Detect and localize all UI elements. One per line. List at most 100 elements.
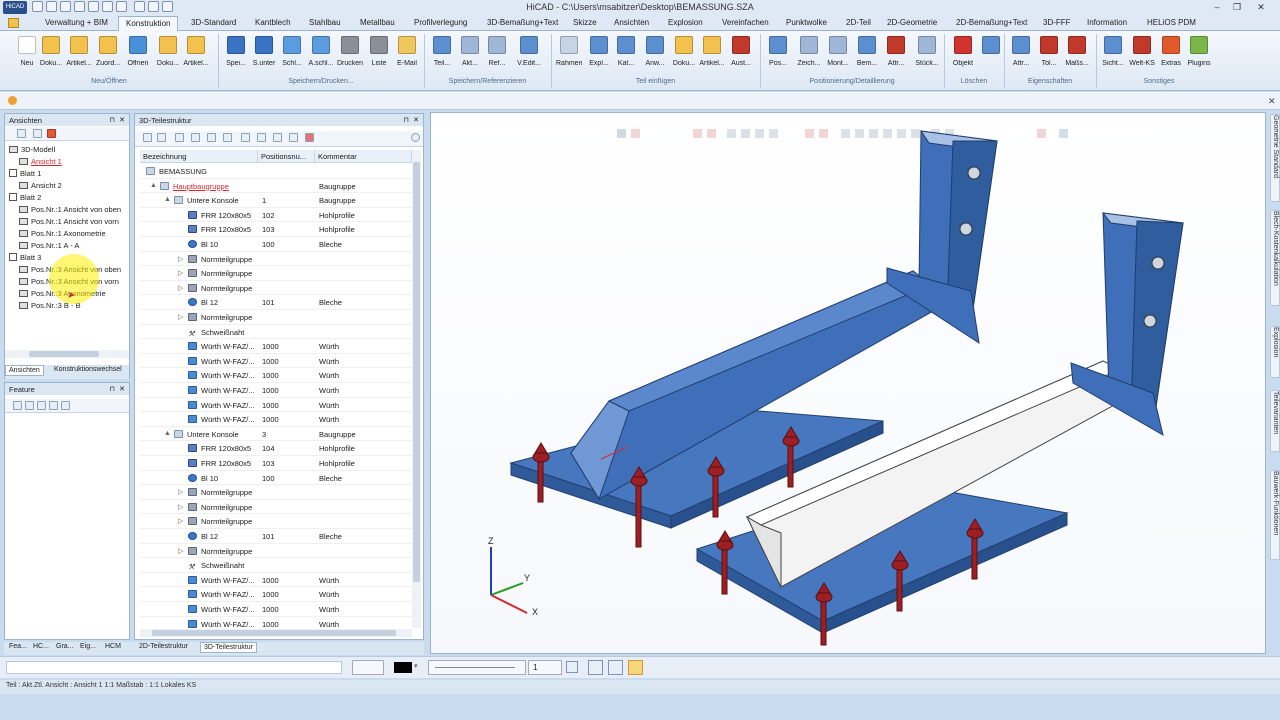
- ribbon-button[interactable]: Teil...: [429, 34, 455, 76]
- line-style-select[interactable]: [428, 660, 526, 675]
- ribbon-button[interactable]: Sicht...: [1100, 34, 1126, 76]
- tree-item[interactable]: Pos.Nr.:1 Ansicht von oben: [19, 205, 121, 214]
- ribbon-button[interactable]: Neu: [14, 34, 40, 76]
- table-row[interactable]: Würth W-FAZ/... 1000 Würth: [140, 617, 412, 630]
- table-row[interactable]: FRR 120x80x5 104 Hohlprofile: [140, 441, 412, 456]
- ribbon-button[interactable]: Doku...: [38, 34, 64, 76]
- expand-tree-icon[interactable]: [241, 133, 250, 142]
- close-icon[interactable]: ✕: [119, 385, 125, 393]
- ribbon-button[interactable]: Objekt: [950, 34, 976, 76]
- close-icon[interactable]: ✕: [413, 116, 419, 124]
- ribbon-button[interactable]: V.Edit...: [516, 34, 542, 76]
- table-row[interactable]: ▷ Normteilgruppe: [140, 281, 412, 296]
- table-row[interactable]: Bl 12 101 Bleche: [140, 529, 412, 544]
- feature-tool-icon[interactable]: [37, 401, 46, 410]
- snap-icon[interactable]: [608, 660, 623, 675]
- table-row[interactable]: ▷ Normteilgruppe: [140, 485, 412, 500]
- tab-helios-pdm[interactable]: HELiOS PDM: [1147, 18, 1196, 27]
- table-row[interactable]: ▷ Normteilgruppe: [140, 266, 412, 281]
- scroll-thumb[interactable]: [29, 351, 99, 357]
- pin-icon[interactable]: ⊓: [110, 116, 115, 124]
- ribbon-button[interactable]: Attr...: [883, 34, 909, 76]
- filter-icon[interactable]: [157, 133, 166, 142]
- expand-arrow-icon[interactable]: ▷: [178, 313, 183, 321]
- table-row[interactable]: ▷ Normteilgruppe: [140, 514, 412, 529]
- tab-gra[interactable]: Gra...: [53, 642, 77, 653]
- expand-arrow-icon[interactable]: ▷: [178, 255, 183, 263]
- tab-hc[interactable]: HC...: [30, 642, 52, 653]
- tab-konstruktion[interactable]: Konstruktion: [118, 16, 179, 31]
- tree-item[interactable]: Pos.Nr.:1 A - A: [19, 241, 79, 250]
- tree-tool-icon[interactable]: [289, 133, 298, 142]
- tab-vereinfachen[interactable]: Vereinfachen: [722, 18, 769, 27]
- tab-punktwolke[interactable]: Punktwolke: [786, 18, 827, 27]
- tree-item[interactable]: Blatt 3: [9, 253, 41, 262]
- ribbon-button[interactable]: E-Mail: [394, 34, 420, 76]
- ribbon-button[interactable]: Bem...: [854, 34, 880, 76]
- table-row[interactable]: ⚒ Schweißnaht: [140, 325, 412, 340]
- ribbon-button[interactable]: Expl...: [586, 34, 612, 76]
- table-row[interactable]: Bl 10 100 Bleche: [140, 237, 412, 252]
- table-row[interactable]: ⚒ Schweißnaht: [140, 558, 412, 573]
- ribbon-button[interactable]: Aust...: [728, 34, 754, 76]
- ribbon-button[interactable]: Tol...: [1036, 34, 1062, 76]
- collapse-tree-icon[interactable]: [257, 133, 266, 142]
- color-select[interactable]: [394, 662, 412, 673]
- snap-icon[interactable]: [588, 660, 603, 675]
- tab-2d-teilestruktur[interactable]: 2D-Teilestruktur: [136, 642, 191, 653]
- expand-arrow-icon[interactable]: ▲: [164, 196, 171, 203]
- pin-icon[interactable]: ⊓: [110, 385, 115, 393]
- h-scrollbar[interactable]: [140, 629, 412, 637]
- table-row[interactable]: Würth W-FAZ/... 1000 Würth: [140, 383, 412, 398]
- file-menu-icon[interactable]: [8, 18, 19, 28]
- ribbon-button[interactable]: Maßs...: [1064, 34, 1090, 76]
- ribbon-button[interactable]: Liste: [366, 34, 392, 76]
- expand-arrow-icon[interactable]: ▲: [164, 430, 171, 437]
- expand-arrow-icon[interactable]: ▷: [178, 488, 183, 496]
- table-row[interactable]: Würth W-FAZ/... 1000 Würth: [140, 368, 412, 383]
- tab-eig[interactable]: Eig...: [77, 642, 99, 653]
- table-row[interactable]: ▷ Normteilgruppe: [140, 544, 412, 559]
- collapse-icon[interactable]: [33, 129, 42, 138]
- tool-icon[interactable]: [191, 133, 200, 142]
- sidetab-geometrie-standard[interactable]: Geometrie Standard: [1270, 114, 1280, 202]
- tool-icon[interactable]: [175, 133, 184, 142]
- ribbon-button[interactable]: Schl...: [279, 34, 305, 76]
- ribbon-button[interactable]: Stück...: [914, 34, 940, 76]
- table-row[interactable]: ▷ Normteilgruppe: [140, 310, 412, 325]
- tree-item[interactable]: Blatt 1: [9, 169, 41, 178]
- tab-3d-fff[interactable]: 3D-FFF: [1043, 18, 1071, 27]
- ribbon-button[interactable]: Zeich...: [796, 34, 822, 76]
- sidetab-blech-kosten[interactable]: Blech-Kostenkalkulation: [1270, 210, 1280, 306]
- table-row[interactable]: Würth W-FAZ/... 1000 Würth: [140, 398, 412, 413]
- table-row[interactable]: ▲ Hauptbaugruppe Baugruppe: [140, 179, 412, 194]
- table-row[interactable]: Würth W-FAZ/... 1000 Würth: [140, 573, 412, 588]
- ribbon-button[interactable]: Artikel...: [66, 34, 92, 76]
- ribbon-button[interactable]: [978, 34, 1004, 76]
- expand-arrow-icon[interactable]: ▷: [178, 547, 183, 555]
- ribbon-button[interactable]: Zuord...: [95, 34, 121, 76]
- table-row[interactable]: FRR 120x80x5 102 Hohlprofile: [140, 208, 412, 223]
- tab-konstruktionswechsel[interactable]: Konstruktionswechsel: [51, 365, 125, 376]
- table-row[interactable]: ▲ Untere Konsole 1 Baugruppe: [140, 193, 412, 208]
- expand-arrow-icon[interactable]: ▷: [178, 517, 183, 525]
- tree-item[interactable]: 3D-Modell: [9, 145, 55, 154]
- tool-icon[interactable]: [207, 133, 216, 142]
- ribbon-button[interactable]: Doku...: [155, 34, 181, 76]
- ribbon-button[interactable]: Pos...: [765, 34, 791, 76]
- gear-icon[interactable]: [411, 133, 420, 142]
- table-row[interactable]: Würth W-FAZ/... 1000 Würth: [140, 354, 412, 369]
- tab-ansichten[interactable]: Ansichten: [614, 18, 649, 27]
- ribbon-button[interactable]: S.unter: [251, 34, 277, 76]
- restore-button[interactable]: ❐: [1228, 2, 1246, 13]
- pen-icon[interactable]: [566, 661, 578, 673]
- ribbon-button[interactable]: A.schl...: [308, 34, 334, 76]
- ribbon-button[interactable]: Ref...: [484, 34, 510, 76]
- tree-item[interactable]: Ansicht 1: [19, 157, 62, 166]
- expand-arrow-icon[interactable]: ▷: [178, 269, 183, 277]
- feature-tool-icon[interactable]: [25, 401, 34, 410]
- ribbon-button[interactable]: Anw...: [642, 34, 668, 76]
- minimize-button[interactable]: –: [1208, 2, 1226, 13]
- tree-tool-icon[interactable]: [273, 133, 282, 142]
- tab-information[interactable]: Information: [1087, 18, 1127, 27]
